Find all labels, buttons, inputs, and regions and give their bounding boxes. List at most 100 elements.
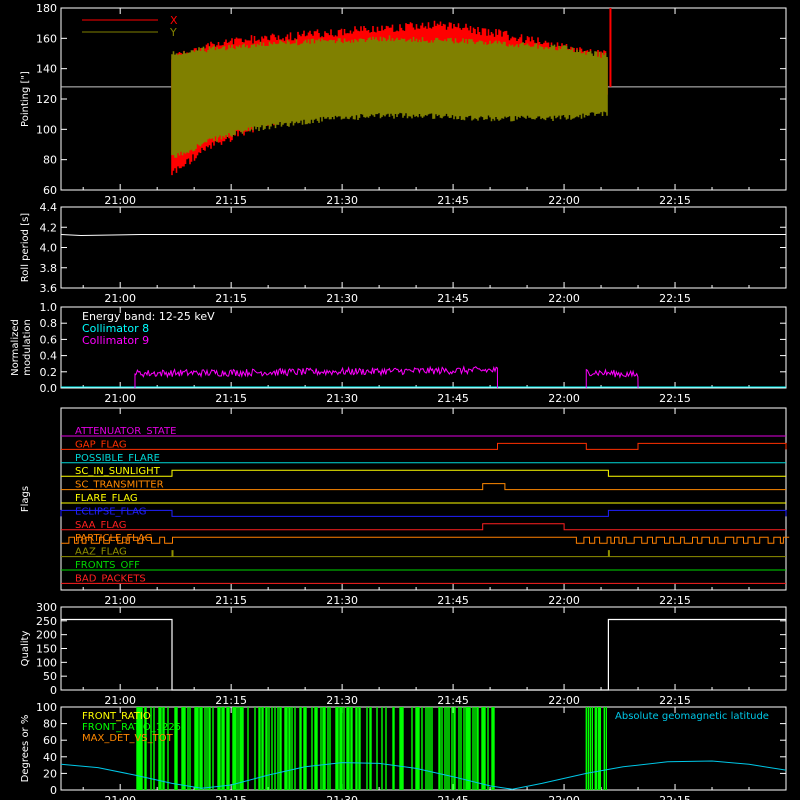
front-ratio-1225-spikes (136, 707, 495, 790)
y-tick-label: 100 (36, 123, 57, 136)
y-tick-label: 0.4 (40, 350, 58, 363)
geomagnetic-latitude-line (60, 760, 787, 790)
flag-line-sc-transmitter (61, 483, 786, 491)
y-tick-label: 0.8 (40, 317, 58, 330)
x-tick-label: 21:15 (215, 694, 247, 707)
x-tick-label: 22:00 (548, 392, 580, 405)
y-tick-label: 100 (36, 701, 57, 714)
y-tick-label: 0 (50, 784, 57, 797)
flag-line-saa-flag (61, 523, 786, 531)
y-axis-label: Degrees or % (20, 715, 31, 783)
x-tick-label: 21:15 (215, 392, 247, 405)
y-tick-label: 0.0 (40, 382, 58, 395)
panel-5: 21:00 21:15 21:30 21:45 22:00 22:150501001502… (20, 601, 787, 707)
x-tick-label: 22:00 (548, 292, 580, 305)
legend-label: FRONT_RATIO_1225 (82, 722, 181, 733)
y-tick-label: 40 (43, 751, 57, 764)
x-tick-label: 21:15 (215, 594, 247, 607)
y-tick-label: 1.0 (40, 301, 58, 314)
y-tick-label: 4.2 (40, 221, 58, 234)
y-axis-label: Pointing ["] (20, 71, 31, 127)
x-tick-label: 21:30 (326, 392, 358, 405)
legend-label: Absolute geomagnetic latitude (615, 711, 769, 722)
y-tick-label: 100 (36, 656, 57, 669)
x-tick-label: 21:00 (104, 794, 136, 800)
y-tick-label: 150 (36, 643, 57, 656)
y-axis-label: Normalized (10, 319, 21, 376)
legend-label: Y (169, 26, 177, 39)
x-tick-label: 22:15 (659, 292, 691, 305)
y-tick-label: 0 (50, 684, 57, 697)
front-ratio-1225-spikes (585, 707, 607, 790)
plot-frame (60, 206, 787, 289)
y-tick-label: 0.2 (40, 366, 58, 379)
y-tick-label: 250 (36, 615, 57, 628)
y-tick-label: 4.4 (40, 201, 58, 214)
collimator-9-segment (585, 368, 639, 389)
legend-label: MAX_DET_VS_TOT (82, 733, 174, 744)
x-tick-label: 21:45 (437, 594, 469, 607)
panel-6: 21:00 21:15 21:30 21:45 22:00 22:15 0 20 40 60 80 1… (20, 701, 787, 800)
y-tick-label: 50 (43, 670, 57, 683)
x-tick-label: 21:15 (215, 292, 247, 305)
flag-label: GAP_FLAG (75, 439, 127, 450)
roll-period-line (60, 234, 786, 237)
y-axis-label: Flags (20, 486, 31, 512)
x-tick-label: 22:00 (548, 794, 580, 800)
flag-label: BAD_PACKETS (75, 573, 146, 584)
y-tick-label: 80 (43, 718, 57, 731)
flag-line-eclipse-flag (60, 509, 787, 517)
flag-label: SAA_FLAG (75, 520, 126, 531)
flag-line-aaz-flag (61, 550, 786, 558)
x-tick-label: 21:45 (437, 194, 469, 207)
x-tick-label: 21:30 (326, 594, 358, 607)
x-tick-label: 21:15 (215, 794, 247, 800)
flag-label: SC_IN_SUNLIGHT (75, 466, 161, 477)
y-tick-label: 300 (36, 601, 57, 614)
quality-line (61, 618, 786, 691)
flag-label: AAZ_FLAG (75, 547, 127, 558)
flag-label: ECLIPSE_FLAG (75, 506, 146, 517)
flag-label: FLARE_FLAG (75, 493, 138, 504)
x-tick-label: 21:00 (104, 292, 136, 305)
flag-label: FRONTS_OFF (75, 560, 140, 571)
panel-2: 21:00 21:15 21:30 21:45 22:00 22:15 3.6 3.8 4.0 4… (20, 201, 787, 305)
y-tick-label: 80 (43, 154, 57, 167)
y-tick-label: 3.6 (40, 282, 58, 295)
y-tick-label: 20 (43, 767, 57, 780)
flag-label: SC_TRANSMITTER (75, 480, 164, 491)
x-tick-label: 21:15 (215, 194, 247, 207)
x-tick-label: 21:45 (437, 292, 469, 305)
y-tick-label: 3.8 (40, 262, 58, 275)
x-tick-label: 22:00 (548, 694, 580, 707)
y-tick-label: 4.0 (40, 242, 58, 255)
x-tick-label: 22:15 (659, 194, 691, 207)
y-tick-label: 160 (36, 32, 57, 45)
y-axis-label: modulation (22, 319, 33, 376)
x-tick-label: 21:30 (326, 292, 358, 305)
series-y-pointing (171, 35, 608, 158)
legend-label: Collimator 9 (82, 334, 149, 347)
y-tick-label: 60 (43, 734, 57, 747)
x-tick-label: 21:45 (437, 392, 469, 405)
y-axis-label: Roll period [s] (20, 213, 31, 282)
flag-label: ATTENUATOR_STATE (75, 426, 176, 437)
x-tick-label: 22:15 (659, 594, 691, 607)
flag-line-particle (61, 536, 790, 544)
y-axis-label: Quality (20, 631, 31, 667)
x-tick-label: 22:15 (659, 392, 691, 405)
y-tick-label: 120 (36, 93, 57, 106)
flag-label: POSSIBLE_FLARE (75, 453, 160, 464)
x-tick-label: 21:00 (104, 194, 136, 207)
x-tick-label: 21:45 (437, 794, 469, 800)
panel-1: 21:00 21:15 21:30 21:45 22:00 22:15 60 80 100 120… (20, 2, 787, 207)
x-tick-label: 21:00 (104, 392, 136, 405)
x-tick-label: 22:15 (659, 694, 691, 707)
x-tick-label: 22:00 (548, 194, 580, 207)
panel-4: 21:00 21:15 21:30 21:45 22:00 22:15 Flags ATTEN… (20, 407, 790, 607)
x-tick-label: 21:00 (104, 594, 136, 607)
y-tick-label: 140 (36, 63, 57, 76)
y-tick-label: 0.6 (40, 333, 58, 346)
flag-line-sc-in-sunlight (61, 469, 786, 477)
y-tick-label: 200 (36, 629, 57, 642)
